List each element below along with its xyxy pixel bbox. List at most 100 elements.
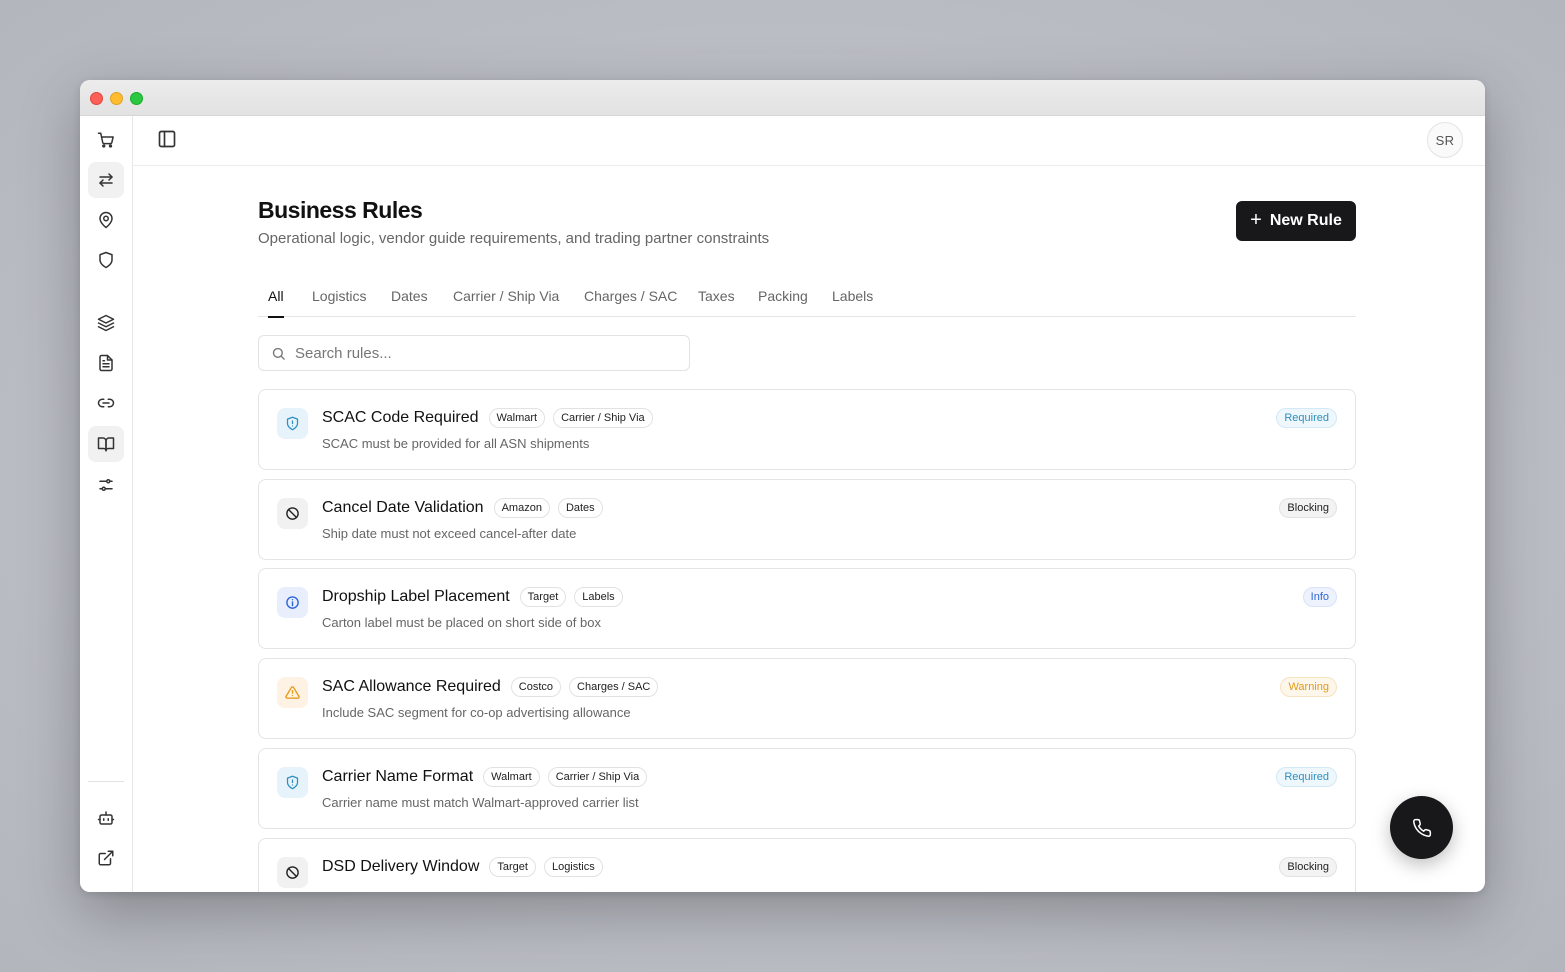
rule-description: Include SAC segment for co-op advertisin… bbox=[322, 705, 631, 720]
rule-card[interactable]: Cancel Date Validation Amazon Dates Ship… bbox=[258, 479, 1356, 560]
rule-title: Cancel Date Validation bbox=[322, 499, 484, 516]
info-icon bbox=[286, 596, 299, 609]
rule-type-icon bbox=[277, 677, 308, 708]
shield-icon bbox=[99, 251, 113, 269]
tab-labels[interactable]: Labels bbox=[832, 288, 873, 316]
bot-icon bbox=[97, 811, 115, 825]
rule-type-icon bbox=[277, 408, 308, 439]
plus-icon: + bbox=[1250, 209, 1262, 231]
search-box bbox=[258, 335, 690, 371]
rule-title: DSD Delivery Window bbox=[322, 858, 480, 875]
tab-charges-sac[interactable]: Charges / SAC bbox=[584, 288, 677, 316]
main-content: Business Rules Operational logic, vendor… bbox=[133, 167, 1485, 892]
call-button[interactable] bbox=[1390, 796, 1453, 859]
rail-settings[interactable] bbox=[88, 467, 124, 503]
status-badge: Blocking bbox=[1279, 498, 1337, 518]
ban-icon bbox=[286, 866, 299, 879]
window-titlebar bbox=[80, 80, 1485, 116]
shield-icon bbox=[286, 775, 299, 790]
sliders-icon bbox=[99, 479, 113, 491]
rule-header: SAC Allowance Required Costco Charges / … bbox=[322, 677, 659, 697]
page-subtitle: Operational logic, vendor guide requirem… bbox=[258, 230, 770, 247]
minimize-window-button[interactable] bbox=[110, 92, 123, 105]
rule-card[interactable]: SAC Allowance Required Costco Charges / … bbox=[258, 658, 1356, 739]
tab-taxes[interactable]: Taxes bbox=[698, 288, 735, 316]
rule-card[interactable]: SCAC Code Required Walmart Carrier / Shi… bbox=[258, 389, 1356, 470]
rule-type-icon bbox=[277, 767, 308, 798]
search-icon bbox=[272, 347, 285, 360]
book-open-icon bbox=[97, 437, 115, 452]
rule-title: SAC Allowance Required bbox=[322, 678, 501, 695]
rail-assistant[interactable] bbox=[88, 800, 124, 836]
warning-icon bbox=[285, 686, 300, 699]
rule-type-icon bbox=[277, 857, 308, 888]
rail-documents[interactable] bbox=[88, 345, 124, 381]
rail-compliance[interactable] bbox=[88, 242, 124, 278]
rail-transactions[interactable] bbox=[88, 162, 124, 198]
partner-chip: Costco bbox=[510, 677, 562, 697]
rule-title: Carrier Name Format bbox=[322, 768, 474, 785]
rule-header: DSD Delivery Window Target Logistics bbox=[322, 857, 603, 877]
arrows-exchange-icon bbox=[99, 173, 113, 187]
shield-icon bbox=[286, 416, 299, 431]
new-rule-button[interactable]: + New Rule bbox=[1236, 201, 1356, 241]
tab-carrier-ship-via[interactable]: Carrier / Ship Via bbox=[453, 288, 559, 316]
rule-card[interactable]: Dropship Label Placement Target Labels C… bbox=[258, 568, 1356, 649]
tab-logistics[interactable]: Logistics bbox=[312, 288, 366, 316]
sidebar-rail bbox=[80, 116, 133, 892]
rule-card[interactable]: DSD Delivery Window Target Logistics Blo… bbox=[258, 838, 1356, 892]
ban-icon bbox=[286, 507, 299, 520]
page-title: Business Rules bbox=[258, 197, 423, 223]
partner-chip: Walmart bbox=[488, 408, 546, 428]
link-icon bbox=[97, 398, 115, 408]
category-chip: Dates bbox=[557, 498, 603, 518]
layers-icon bbox=[97, 314, 115, 332]
category-chip: Logistics bbox=[543, 857, 603, 877]
rail-layers[interactable] bbox=[88, 305, 124, 341]
cart-icon bbox=[97, 132, 114, 148]
partner-chip: Walmart bbox=[483, 767, 540, 787]
rule-header: Cancel Date Validation Amazon Dates bbox=[322, 498, 603, 518]
rule-title: SCAC Code Required bbox=[322, 409, 479, 426]
category-chip: Charges / SAC bbox=[569, 677, 659, 697]
rule-type-icon bbox=[277, 587, 308, 618]
rail-orders[interactable] bbox=[88, 122, 124, 158]
rule-header: Dropship Label Placement Target Labels bbox=[322, 587, 623, 607]
rule-type-icon bbox=[277, 498, 308, 529]
status-badge: Warning bbox=[1280, 677, 1337, 697]
new-rule-label: New Rule bbox=[1269, 212, 1342, 229]
category-chip: Carrier / Ship Via bbox=[547, 767, 648, 787]
rail-business-rules[interactable] bbox=[88, 426, 124, 462]
rail-connections[interactable] bbox=[88, 385, 124, 421]
map-pin-icon bbox=[99, 211, 113, 229]
rail-locations[interactable] bbox=[88, 202, 124, 238]
rule-description: Carrier name must match Walmart-approved… bbox=[322, 795, 639, 810]
partner-chip: Target bbox=[489, 857, 536, 877]
external-link-icon bbox=[98, 850, 114, 866]
category-chip: Carrier / Ship Via bbox=[553, 408, 653, 428]
partner-chip: Amazon bbox=[493, 498, 550, 518]
maximize-window-button[interactable] bbox=[130, 92, 143, 105]
status-badge: Required bbox=[1276, 408, 1337, 428]
rule-description: Ship date must not exceed cancel-after d… bbox=[322, 526, 577, 541]
close-window-button[interactable] bbox=[90, 92, 103, 105]
rule-card[interactable]: Carrier Name Format Walmart Carrier / Sh… bbox=[258, 748, 1356, 829]
top-bar: SR bbox=[133, 116, 1485, 166]
tab-dates[interactable]: Dates bbox=[391, 288, 428, 316]
rule-title: Dropship Label Placement bbox=[322, 588, 510, 605]
phone-icon bbox=[1412, 818, 1431, 837]
status-badge: Info bbox=[1302, 587, 1337, 607]
user-avatar[interactable]: SR bbox=[1427, 122, 1463, 158]
search-input[interactable] bbox=[295, 336, 675, 370]
sidebar-panel-icon bbox=[158, 130, 176, 148]
toggle-sidebar-button[interactable] bbox=[157, 129, 177, 149]
category-tabs: All Logistics Dates Carrier / Ship Via C… bbox=[258, 277, 1356, 318]
tab-packing[interactable]: Packing bbox=[758, 288, 808, 316]
rail-open-external[interactable] bbox=[88, 840, 124, 876]
category-chip: Labels bbox=[574, 587, 623, 607]
document-icon bbox=[99, 354, 113, 372]
rule-description: Carton label must be placed on short sid… bbox=[322, 615, 601, 630]
rule-header: Carrier Name Format Walmart Carrier / Sh… bbox=[322, 767, 648, 787]
partner-chip: Target bbox=[519, 587, 567, 607]
tab-all[interactable]: All bbox=[268, 288, 284, 318]
